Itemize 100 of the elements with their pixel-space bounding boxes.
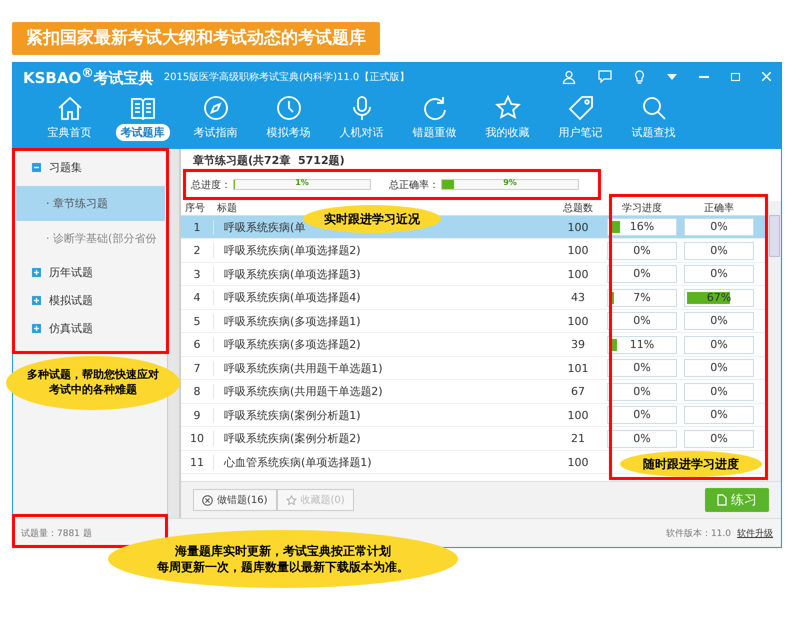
table-cell: 7 [194,362,200,375]
table-row[interactable]: 6 呼吸系统疾病(多项选择题2) 39 11% 0% [181,333,767,357]
table-row[interactable]: 9 呼吸系统疾病(案例分析题1) 100 0% 0% [181,404,767,428]
accuracy-meter: 0% [684,430,754,448]
progress-meter: 0% [607,406,677,424]
column-header: 学习进度 [622,202,662,214]
expander-icon[interactable] [32,324,41,334]
compass-icon [202,94,228,121]
table-cell: 8 [194,385,200,398]
tree-item[interactable]: 仿真试题 [16,318,165,339]
tree-item[interactable]: 历年试题 [16,262,165,283]
progress-meter: 7% [607,288,677,307]
annotation-tooltip: 海量题库实时更新，考试宝典按正常计划 每周更新一次，题库数量以最新下载版本为准。 [108,530,458,588]
tree-item[interactable]: 模拟试题 [16,290,165,311]
table-cell: 5 [194,314,200,328]
table-cell: 67 [571,385,585,398]
star-icon [494,94,520,121]
accuracy-meter: 0% [684,218,754,236]
table-cell: 呼吸系统疾病(单项选择题3) [224,268,361,281]
app-logo: KSBAO$^{®}$考试宝典 [23,65,154,88]
progress-meter: 16% [607,218,677,236]
tree-subitem[interactable]: · 章节练习题 [16,186,165,221]
progress-meter: 0% [607,359,677,378]
tag-icon [568,94,594,121]
column-header: 标题 [217,202,237,214]
accuracy-meter: 0% [684,242,754,260]
table-cell: 11 [190,456,204,469]
accuracy-meter: 0% [684,312,754,330]
table-cell: 100 [568,220,588,234]
table-row[interactable]: 8 呼吸系统疾病(共用题干单选题2) 67 0% 0% [181,380,767,404]
table-cell: 呼吸系统疾病(单项选择题2) [224,244,361,258]
table-cell: 1 [194,220,200,234]
table-cell: 呼吸系统疾病(单 [224,220,306,234]
progress-meter: 0% [607,312,677,330]
house-icon [56,94,82,121]
user-icon[interactable] [562,70,576,84]
table-cell: 100 [568,268,588,281]
progress-meter: 0% [607,242,677,260]
accuracy-meter: 0% [684,406,754,424]
table-cell: 4 [194,291,200,304]
scrollbar[interactable] [767,200,781,482]
progress-meter: 11% [607,336,677,354]
table-cell: 呼吸系统疾病(多项选择题2) [224,338,361,352]
table-cell: 101 [568,362,588,375]
nav-tab[interactable]: 考试题库 [106,90,179,149]
table-cell: 100 [568,456,588,469]
total-label: 总正确率： [389,178,439,192]
version-text: 软件版本：11.0 [666,528,731,540]
minimize-icon[interactable] [699,76,709,78]
accuracy-meter: 0% [684,265,754,284]
maximize-icon[interactable] [731,72,740,81]
table-row[interactable]: 7 呼吸系统疾病(共用题干单选题1) 101 0% 0% [181,356,767,380]
table-cell: 6 [194,338,200,352]
table-cell: 呼吸系统疾病(多项选择题1) [224,314,361,328]
progress-bar: 1% [233,179,371,190]
total-label: 总进度： [191,178,231,192]
expander-icon[interactable] [32,268,41,278]
accuracy-meter: 0% [684,359,754,378]
progress-bar: 9% [441,179,579,190]
tree-item[interactable]: 习题集 [16,158,165,178]
progress-meter: 0% [607,382,677,401]
table-cell: 呼吸系统疾病(单项选择题4) [224,291,361,304]
table-cell: 39 [571,338,585,352]
table-cell: 呼吸系统疾病(共用题干单选题1) [224,362,383,375]
table-cell: 100 [568,244,588,258]
progress-meter: 0% [607,430,677,448]
section-title: 章节练习题(共72章 5712题) [193,154,345,167]
table-cell: 心血管系统疾病(单项选择题1) [224,456,372,469]
table-cell: 2 [194,244,200,258]
close-circle-icon [202,494,213,506]
document-icon [717,494,727,506]
filter-button[interactable]: 做错题(16) [193,489,277,512]
search-icon [640,94,666,121]
table-cell: 呼吸系统疾病(共用题干单选题2) [224,385,383,398]
chat-icon[interactable] [598,70,612,84]
table-cell: 10 [190,432,204,446]
expander-icon[interactable] [32,296,41,306]
expander-icon[interactable] [32,163,41,172]
accuracy-meter: 0% [684,382,754,401]
progress-meter: 0% [607,265,677,284]
upgrade-link[interactable]: 软件升级 [737,526,773,540]
table-row[interactable]: 5 呼吸系统疾病(多项选择题1) 100 0% 0% [181,310,767,334]
table-row[interactable]: 3 呼吸系统疾病(单项选择题3) 100 0% 0% [181,262,767,286]
window-title: 2015版医学高级职称考试宝典(内科学)11.0【正式版】 [164,70,410,84]
column-header: 总题数 [563,202,593,214]
table-row[interactable]: 2 呼吸系统疾病(单项选择题2) 100 0% 0% [181,239,767,263]
column-header: 序号 [185,202,205,214]
table-cell: 21 [571,432,585,446]
dropdown-icon[interactable] [667,74,677,80]
clock-icon [276,94,302,121]
table-row[interactable]: 10 呼吸系统疾病(案例分析题2) 21 0% 0% [181,427,767,451]
bulb-icon[interactable] [634,70,645,84]
close-icon[interactable] [762,72,771,82]
table-cell: 43 [571,291,585,304]
table-cell: 呼吸系统疾病(案例分析题2) [224,432,361,446]
table-cell: 100 [568,408,588,422]
table-cell: 呼吸系统疾病(案例分析题1) [224,408,361,422]
question-count: 试题量：7881 题 [21,528,92,540]
accuracy-meter: 0% [684,336,754,354]
column-header: 正确率 [704,202,734,214]
